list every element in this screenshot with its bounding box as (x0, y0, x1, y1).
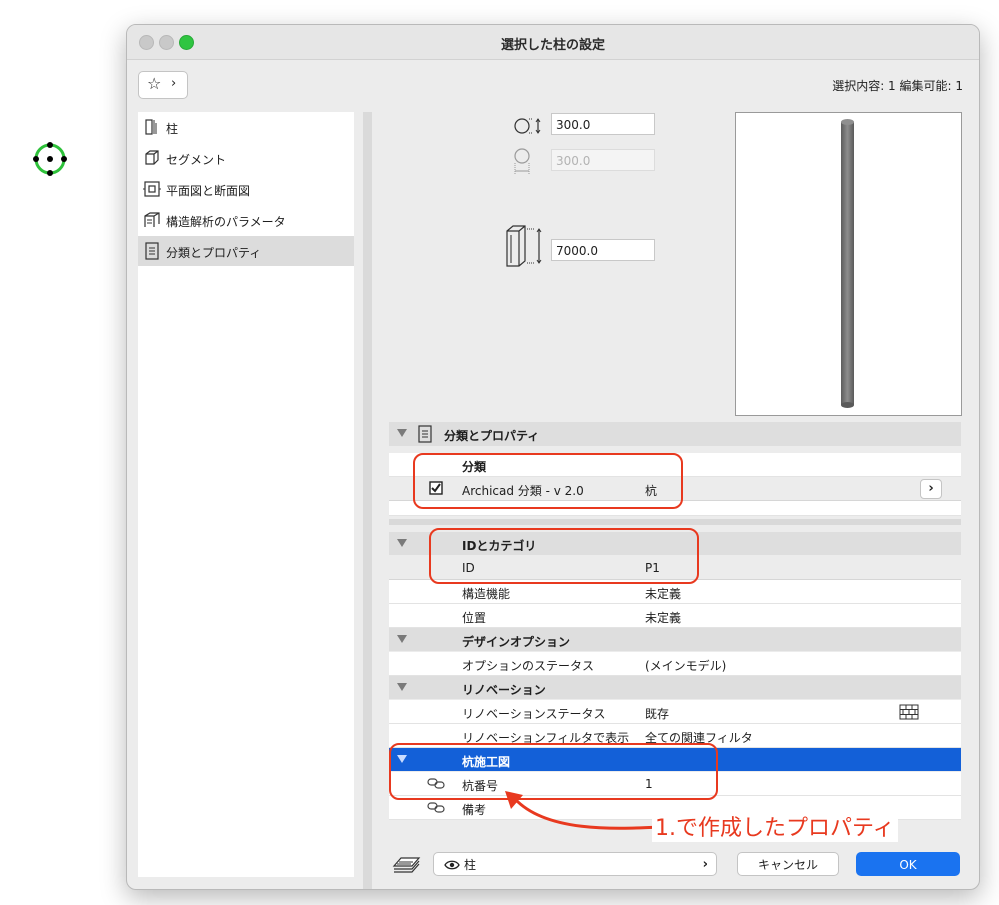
pane-divider[interactable] (363, 112, 372, 889)
classification-select-button[interactable]: › (920, 479, 942, 499)
sidebar-item-label: 柱 (166, 122, 179, 136)
property-name: 位置 (462, 611, 487, 625)
group-header-design-option[interactable]: デザインオプション (389, 628, 961, 651)
column-icon (145, 119, 157, 135)
classification-icon (418, 425, 432, 443)
eye-icon (444, 860, 460, 870)
star-icon: ☆ (147, 74, 162, 93)
column-depth-icon (514, 148, 530, 174)
structural-analysis-icon (144, 212, 160, 227)
property-name: リノベーションステータス (462, 707, 606, 721)
layer-stack-icon[interactable] (391, 853, 421, 875)
property-value[interactable]: 既存 (645, 705, 669, 722)
property-name: 備考 (462, 803, 487, 817)
layer-dropdown[interactable]: 柱 › (433, 852, 717, 876)
selection-info: 選択内容: 1 編集可能: 1 (832, 79, 963, 93)
property-value[interactable]: 未定義 (645, 585, 681, 602)
sidebar-item-label: 構造解析のパラメータ (166, 215, 286, 229)
highlight-id-category (429, 528, 699, 584)
property-value[interactable]: 未定義 (645, 609, 681, 626)
classification-properties-panel-header[interactable]: 分類とプロパティ (389, 422, 961, 446)
column-width-field[interactable]: 300.0 (551, 113, 655, 135)
collapse-triangle-icon[interactable] (397, 429, 407, 437)
sidebar-item-label: 平面図と断面図 (166, 184, 251, 198)
collapse-triangle-icon[interactable] (397, 539, 407, 547)
cancel-button[interactable]: キャンセル (737, 852, 839, 876)
column-preview-graphic (841, 119, 854, 408)
annotation-arrow (505, 791, 663, 830)
property-row-renovation-status[interactable]: リノベーションステータス 既存 (389, 700, 961, 724)
table-separator (389, 519, 961, 525)
favorites-button[interactable]: ☆ › (138, 71, 188, 99)
collapse-triangle-icon[interactable] (397, 635, 407, 643)
layer-name: 柱 (464, 858, 477, 872)
sidebar-item-segment[interactable]: セグメント (138, 143, 354, 173)
window-title: 選択した柱の設定 (500, 38, 605, 53)
sidebar-item-classification[interactable]: 分類とプロパティ (138, 236, 354, 266)
highlight-classification (413, 453, 683, 509)
group-header-renovation[interactable]: リノベーション (389, 676, 961, 699)
sidebar-item-label: セグメント (166, 153, 227, 167)
property-value[interactable]: (メインモデル) (645, 657, 726, 674)
segment-icon (145, 150, 159, 165)
property-row-position[interactable]: 位置 未定義 (389, 604, 961, 628)
column-height-field[interactable]: 7000.0 (551, 239, 655, 261)
floor-plan-section-icon (143, 181, 161, 197)
ok-button[interactable]: OK (856, 852, 960, 876)
property-row-option-status[interactable]: オプションのステータス (メインモデル) (389, 652, 961, 676)
link-icon (427, 802, 445, 813)
classification-icon (145, 242, 159, 260)
group-header-label: リノベーション (462, 683, 546, 697)
sidebar-item-floor-plan-section[interactable]: 平面図と断面図 (138, 174, 354, 204)
column-selection-marker[interactable] (30, 140, 70, 180)
property-name: オプションのステータス (462, 659, 595, 673)
brick-wall-icon[interactable] (899, 704, 919, 720)
collapse-triangle-icon[interactable] (397, 683, 407, 691)
column-depth-field: 300.0 (551, 149, 655, 171)
chevron-right-icon: › (171, 76, 177, 91)
chevron-right-icon: › (928, 481, 934, 496)
sidebar-item-column[interactable]: 柱 (138, 112, 354, 142)
property-name: 構造機能 (462, 587, 511, 601)
group-header-label: デザインオプション (462, 635, 571, 649)
annotation-callout: 1.で作成したプロパティ (652, 810, 898, 842)
sidebar-item-label: 分類とプロパティ (166, 246, 262, 260)
title-bar: 選択した柱の設定 (127, 25, 979, 60)
panel-title: 分類とプロパティ (444, 429, 540, 443)
column-width-icon (514, 118, 541, 134)
chevron-right-icon: › (702, 857, 708, 872)
column-settings-dialog: 選択した柱の設定 ☆ › 選択内容: 1 編集可能: 1 柱 セグメント 平面図… (126, 24, 980, 890)
sidebar-item-structural-analysis[interactable]: 構造解析のパラメータ (138, 205, 354, 235)
settings-sidebar: 柱 セグメント 平面図と断面図 構造解析のパラメータ 分類とプロパティ (138, 112, 354, 877)
column-3d-preview[interactable] (735, 112, 962, 416)
column-height-icon (506, 225, 542, 267)
